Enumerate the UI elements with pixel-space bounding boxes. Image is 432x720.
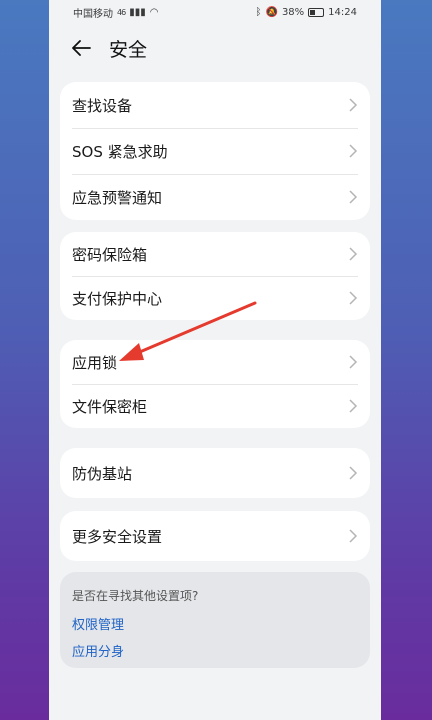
chevron-right-icon xyxy=(349,144,358,158)
chevron-right-icon xyxy=(349,190,358,204)
row-password-vault[interactable]: 密码保险箱 xyxy=(60,232,370,276)
row-fake-base-station[interactable]: 防伪基站 xyxy=(60,448,370,498)
signal-icon: 46 xyxy=(117,7,126,17)
chevron-right-icon xyxy=(349,291,358,305)
settings-group-3: 应用锁 文件保密柜 xyxy=(60,340,370,428)
row-label: 应急预警通知 xyxy=(72,188,163,207)
chevron-right-icon xyxy=(349,529,358,543)
row-label: 支付保护中心 xyxy=(72,289,163,308)
carrier-label: 中国移动 xyxy=(73,8,113,20)
row-payment-protection[interactable]: 支付保护中心 xyxy=(60,276,370,320)
back-arrow-icon[interactable] xyxy=(71,37,93,59)
clock: 14:24 xyxy=(328,6,357,18)
chevron-right-icon xyxy=(349,466,358,480)
chevron-right-icon xyxy=(349,247,358,261)
suggestion-question: 是否在寻找其他设置项? xyxy=(72,589,199,603)
status-left: 中国移动 46 ▮▮▮ ◠ xyxy=(73,5,158,20)
settings-screen: 中国移动 46 ▮▮▮ ◠ ᛒ 🔕 38% 14:24 安全 查找设备 SOS … xyxy=(49,0,381,720)
battery-percent: 38% xyxy=(281,6,305,18)
settings-group-4: 防伪基站 xyxy=(60,448,370,498)
settings-group-5: 更多安全设置 xyxy=(60,511,370,561)
page-title: 安全 xyxy=(109,38,148,61)
chevron-right-icon xyxy=(349,98,358,112)
row-label: 文件保密柜 xyxy=(72,397,148,416)
link-permission-management[interactable]: 权限管理 xyxy=(72,614,358,633)
row-label: 密码保险箱 xyxy=(72,245,148,264)
battery-icon xyxy=(308,7,325,17)
row-emergency-alerts[interactable]: 应急预警通知 xyxy=(60,174,370,220)
status-right: ᛒ 🔕 38% 14:24 xyxy=(255,7,357,18)
bluetooth-icon: ᛒ xyxy=(255,6,262,18)
settings-group-2: 密码保险箱 支付保护中心 xyxy=(60,232,370,320)
wifi-icon: ◠ xyxy=(149,6,159,18)
chevron-right-icon xyxy=(349,399,358,413)
row-label: 应用锁 xyxy=(72,353,118,372)
row-label: SOS 紧急求助 xyxy=(72,142,168,161)
row-find-device[interactable]: 查找设备 xyxy=(60,82,370,128)
row-sos[interactable]: SOS 紧急求助 xyxy=(60,128,370,174)
row-label: 查找设备 xyxy=(72,96,133,115)
status-bar: 中国移动 46 ▮▮▮ ◠ ᛒ 🔕 38% 14:24 xyxy=(49,0,381,24)
row-more-security[interactable]: 更多安全设置 xyxy=(60,511,370,561)
link-app-twin[interactable]: 应用分身 xyxy=(72,641,358,660)
settings-group-1: 查找设备 SOS 紧急求助 应急预警通知 xyxy=(60,82,370,220)
suggestion-card: 是否在寻找其他设置项? 权限管理 应用分身 xyxy=(60,572,370,668)
row-label: 更多安全设置 xyxy=(72,527,163,546)
row-app-lock[interactable]: 应用锁 xyxy=(60,340,370,384)
row-file-safe[interactable]: 文件保密柜 xyxy=(60,384,370,428)
row-label: 防伪基站 xyxy=(72,464,133,483)
page-header: 安全 xyxy=(49,24,381,72)
chevron-right-icon xyxy=(349,355,358,369)
signal-bars-icon: ▮▮▮ xyxy=(129,6,146,18)
mute-icon: 🔕 xyxy=(265,6,278,18)
